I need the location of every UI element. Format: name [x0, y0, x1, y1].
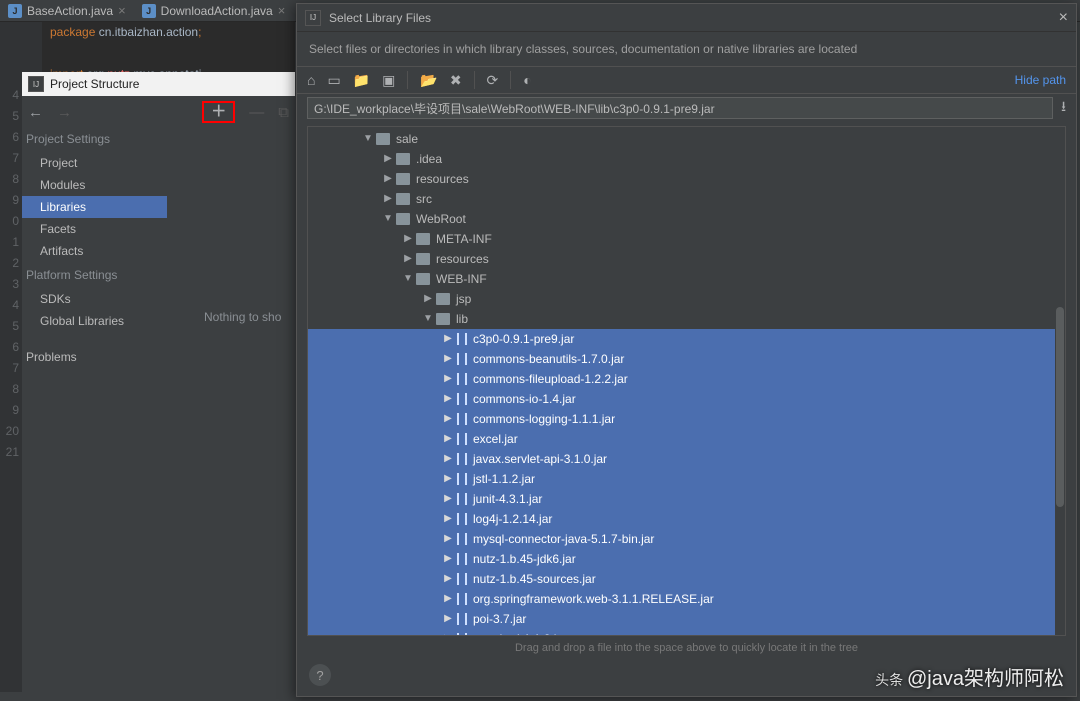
- dialog-subtitle: Select files or directories in which lib…: [297, 32, 1076, 66]
- tree-jar-item[interactable]: ▶commons-logging-1.1.1.jar: [308, 409, 1065, 429]
- folder-icon: [396, 193, 410, 205]
- copy-button[interactable]: ⧉: [278, 104, 289, 121]
- tree-jar-item[interactable]: ▶standard-1.1.2.jar: [308, 629, 1065, 636]
- tree-jar-item[interactable]: ▶log4j-1.2.14.jar: [308, 509, 1065, 529]
- gutter: 123 456 789 012 345 678 92021: [0, 22, 22, 692]
- dialog-titlebar: IJ Select Library Files ×: [297, 4, 1076, 32]
- dialog-title: Select Library Files: [329, 11, 431, 25]
- tree-jar-item[interactable]: ▶excel.jar: [308, 429, 1065, 449]
- jar-icon: [457, 353, 467, 365]
- close-icon[interactable]: ×: [1059, 9, 1068, 27]
- folder-icon: [416, 253, 430, 265]
- tree-jar-item[interactable]: ▶poi-3.7.jar: [308, 609, 1065, 629]
- path-row: ⭳: [297, 94, 1076, 122]
- tab-label: DownloadAction.java: [161, 4, 273, 18]
- sidebar-item-sdks[interactable]: SDKs: [22, 288, 167, 310]
- sidebar-heading: Project Settings: [22, 126, 167, 152]
- close-icon[interactable]: ×: [118, 3, 126, 18]
- sidebar-item-global-libraries[interactable]: Global Libraries: [22, 310, 167, 332]
- editor-tab[interactable]: J BaseAction.java ×: [0, 0, 134, 22]
- jar-icon: [457, 393, 467, 405]
- folder-icon: [416, 273, 430, 285]
- java-file-icon: J: [8, 4, 22, 18]
- ij-icon: IJ: [305, 10, 321, 26]
- ij-icon: IJ: [28, 76, 44, 92]
- jar-icon: [457, 633, 467, 636]
- folder-icon: [376, 133, 390, 145]
- tree-jar-item[interactable]: ▶c3p0-0.9.1-pre9.jar: [308, 329, 1065, 349]
- tree-jar-item[interactable]: ▶commons-io-1.4.jar: [308, 389, 1065, 409]
- show-hidden-icon[interactable]: ◐: [523, 72, 531, 88]
- delete-icon[interactable]: ✖: [450, 72, 462, 89]
- jar-icon: [457, 373, 467, 385]
- java-file-icon: J: [142, 4, 156, 18]
- remove-button[interactable]: —: [249, 104, 264, 121]
- forward-button[interactable]: →: [57, 104, 72, 121]
- jar-icon: [457, 533, 467, 545]
- scrollbar[interactable]: [1055, 127, 1065, 635]
- tab-label: BaseAction.java: [27, 4, 113, 18]
- refresh-icon[interactable]: ⟳: [487, 72, 499, 89]
- folder-icon: [396, 173, 410, 185]
- jar-icon: [457, 513, 467, 525]
- folder-icon: [396, 153, 410, 165]
- sidebar-item-project[interactable]: Project: [22, 152, 167, 174]
- tree-jar-item[interactable]: ▶javax.servlet-api-3.1.0.jar: [308, 449, 1065, 469]
- editor-tab[interactable]: J DownloadAction.java ×: [134, 0, 294, 22]
- close-icon[interactable]: ×: [278, 3, 286, 18]
- jar-icon: [457, 333, 467, 345]
- select-library-dialog: IJ Select Library Files × Select files o…: [296, 3, 1077, 697]
- project-icon[interactable]: 📁: [353, 72, 370, 89]
- sidebar-heading: Platform Settings: [22, 262, 167, 288]
- sidebar-item-libraries[interactable]: Libraries: [22, 196, 167, 218]
- jar-icon: [457, 413, 467, 425]
- history-icon[interactable]: ⭳: [1061, 96, 1066, 120]
- drop-hint: Drag and drop a file into the space abov…: [297, 636, 1076, 656]
- file-tree[interactable]: ▼sale ▶.idea ▶resources ▶src ▼WebRoot ▶M…: [307, 126, 1066, 636]
- tree-jar-item[interactable]: ▶commons-fileupload-1.2.2.jar: [308, 369, 1065, 389]
- module-icon[interactable]: ▣: [382, 72, 395, 89]
- jar-icon: [457, 613, 467, 625]
- watermark: 头条 @java架构师阿松: [875, 662, 1064, 691]
- back-button[interactable]: ←: [28, 104, 43, 121]
- jar-icon: [457, 573, 467, 585]
- tree-jar-item[interactable]: ▶commons-beanutils-1.7.0.jar: [308, 349, 1065, 369]
- folder-icon: [436, 313, 450, 325]
- folder-icon: [436, 293, 450, 305]
- desktop-icon[interactable]: ▭: [327, 72, 340, 89]
- home-icon[interactable]: ⌂: [307, 72, 315, 88]
- folder-icon: [416, 233, 430, 245]
- tree-jar-item[interactable]: ▶jstl-1.1.2.jar: [308, 469, 1065, 489]
- jar-icon: [457, 553, 467, 565]
- jar-icon: [457, 493, 467, 505]
- new-folder-icon[interactable]: 📂: [420, 72, 437, 89]
- sidebar-item-modules[interactable]: Modules: [22, 174, 167, 196]
- sidebar-item-artifacts[interactable]: Artifacts: [22, 240, 167, 262]
- add-highlight: ＋: [202, 101, 235, 123]
- ps-toolbar: ← → ＋ — ⧉: [22, 98, 295, 126]
- add-button[interactable]: ＋: [208, 103, 229, 120]
- help-button[interactable]: ?: [309, 664, 331, 686]
- jar-icon: [457, 453, 467, 465]
- hide-path-link[interactable]: Hide path: [1015, 73, 1066, 87]
- path-input[interactable]: [307, 97, 1053, 119]
- jar-icon: [457, 433, 467, 445]
- dialog-toolbar: ⌂ ▭ 📁 ▣ 📂 ✖ ⟳ ◐ Hide path: [297, 66, 1076, 94]
- tree-jar-item[interactable]: ▶junit-4.3.1.jar: [308, 489, 1065, 509]
- sidebar-item-problems[interactable]: Problems: [22, 346, 167, 368]
- jar-icon: [457, 473, 467, 485]
- settings-sidebar: Project Settings Project Modules Librari…: [22, 126, 167, 368]
- tree-jar-item[interactable]: ▶mysql-connector-java-5.1.7-bin.jar: [308, 529, 1065, 549]
- tree-jar-item[interactable]: ▶nutz-1.b.45-sources.jar: [308, 569, 1065, 589]
- project-structure-title: IJ Project Structure: [22, 72, 295, 96]
- sidebar-item-facets[interactable]: Facets: [22, 218, 167, 240]
- jar-icon: [457, 593, 467, 605]
- tree-jar-item[interactable]: ▶nutz-1.b.45-jdk6.jar: [308, 549, 1065, 569]
- tree-jar-item[interactable]: ▶org.springframework.web-3.1.1.RELEASE.j…: [308, 589, 1065, 609]
- folder-icon: [396, 213, 410, 225]
- empty-state: Nothing to sho: [204, 310, 281, 324]
